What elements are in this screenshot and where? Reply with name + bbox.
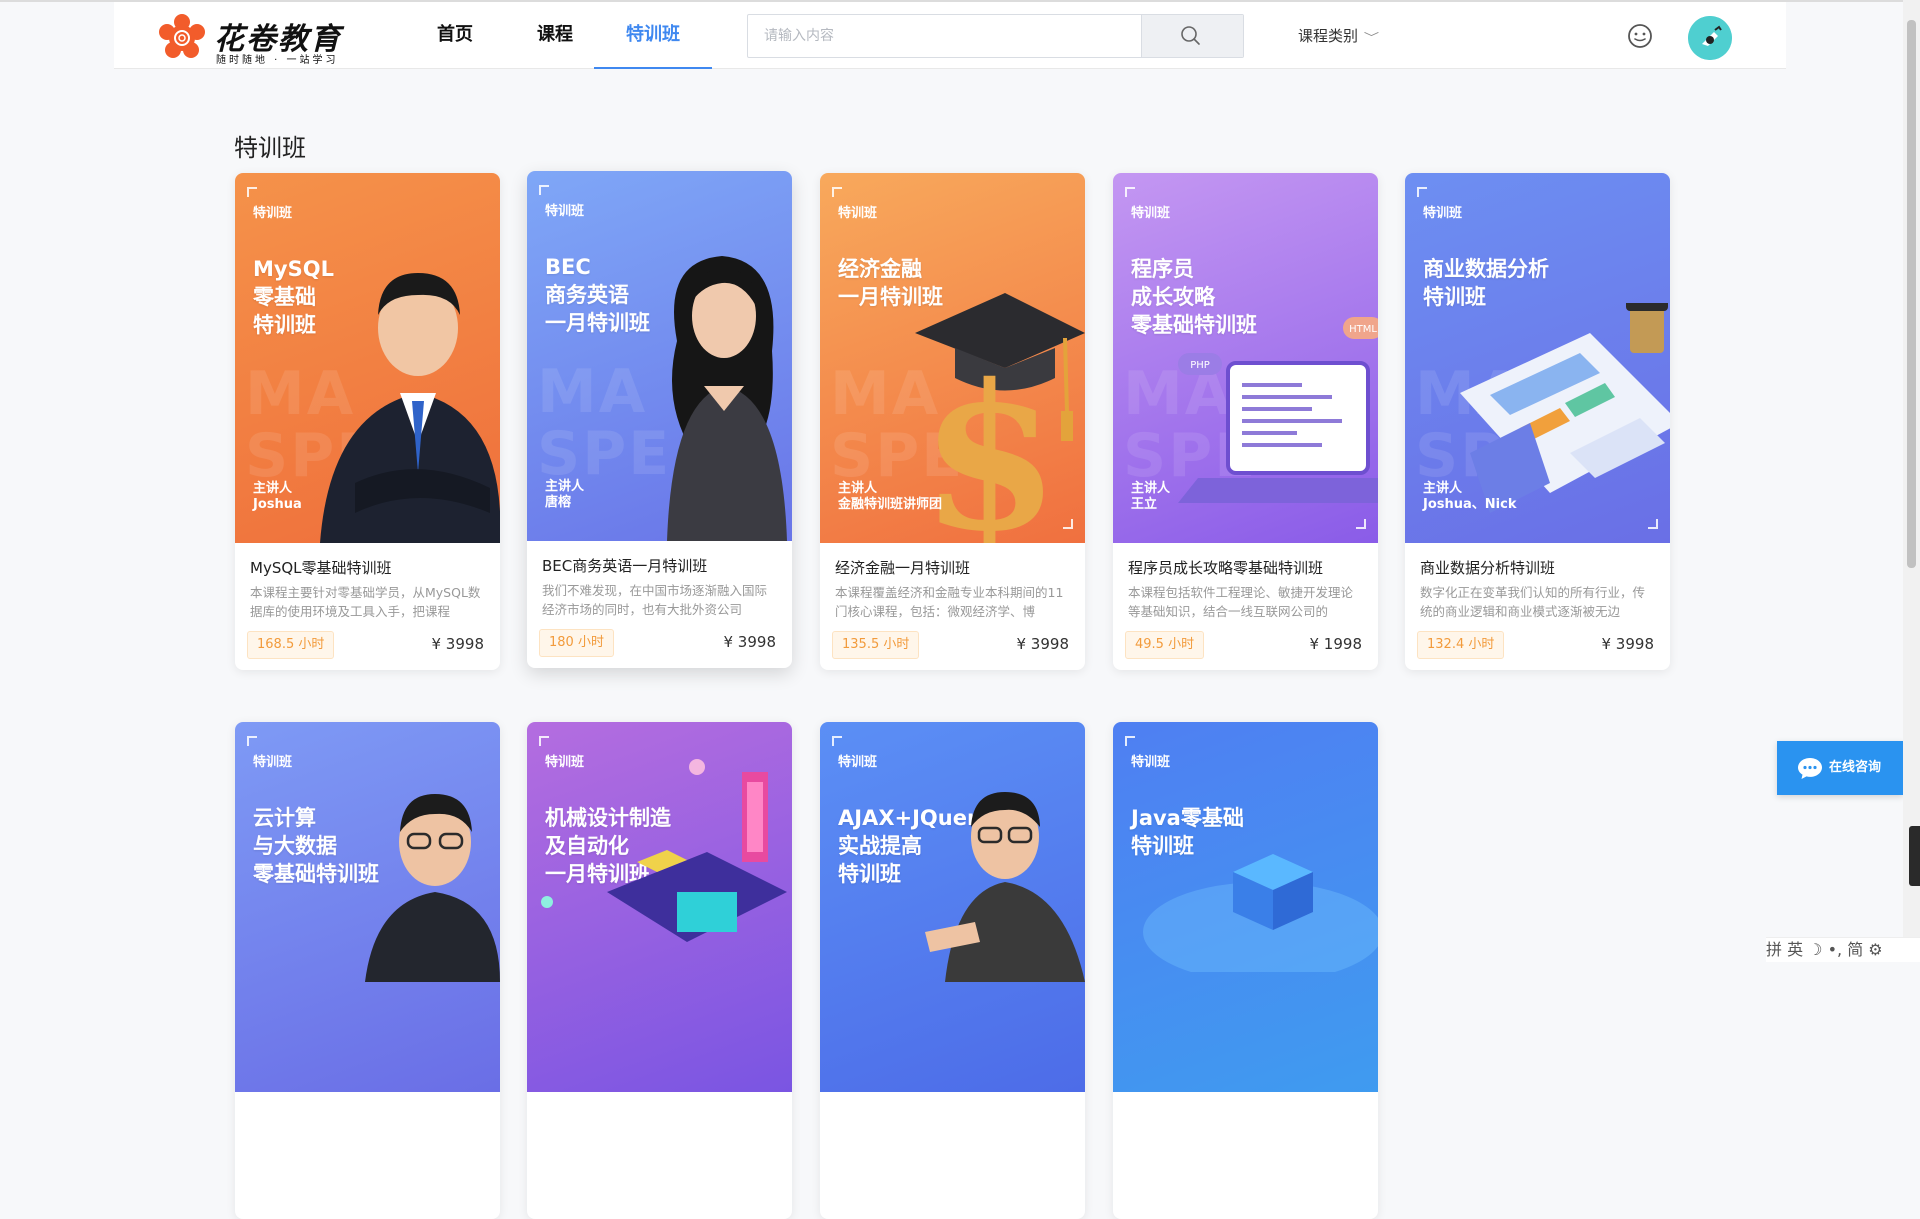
hours-badge: 168.5 小时: [247, 631, 335, 659]
cover-speaker: 主讲人 金融特训班讲师团: [838, 481, 943, 512]
cover-speaker: 主讲人 Joshua: [253, 481, 302, 512]
html-badge-text: HTML: [1349, 324, 1377, 335]
course-card[interactable]: MA SPE 特训班 BEC 商务英语 一月特训班 主讲人 唐榕 BEC商务英语一…: [527, 171, 792, 668]
course-name[interactable]: 程序员成长攻略零基础特训班: [1128, 557, 1364, 578]
nav-active-underline: [594, 67, 712, 69]
chat-bubble-icon: [1798, 758, 1822, 779]
search-icon: [1181, 26, 1200, 45]
speaker-portrait-icon: [320, 273, 500, 543]
search-input[interactable]: [748, 15, 1141, 57]
cover-corner: [832, 187, 842, 197]
course-card[interactable]: 特训班 Java零基础 特训班: [1113, 722, 1378, 1219]
cover-tag: 特训班: [1131, 206, 1171, 221]
hours-badge: 180 小时: [539, 629, 614, 657]
course-name[interactable]: 经济金融一月特训班: [835, 557, 1071, 578]
brand-logo[interactable]: 花卷教育 随时随地 · 一站学习: [158, 14, 358, 66]
flower-logo-icon: [159, 14, 205, 58]
course-desc: 我们不难发现，在中国市场逐渐融入国际经济市场的同时，也有大批外资公司: [542, 583, 768, 617]
course-cover: 特训班 Java零基础 特训班: [1113, 722, 1378, 1092]
server-stack-icon: [1143, 854, 1378, 972]
consult-label: 在线咨询: [1829, 760, 1882, 775]
cover-speaker: 主讲人 Joshua、Nick: [1423, 481, 1517, 512]
cover-tag: 特训班: [545, 204, 585, 219]
course-price: ¥ 3998: [723, 633, 777, 651]
online-consult-button[interactable]: 在线咨询: [1777, 741, 1903, 795]
avatar-icon: [1688, 16, 1732, 60]
nav-home[interactable]: 首页: [420, 2, 490, 68]
course-category-dropdown[interactable]: 课程类别 ﹀: [1298, 2, 1379, 68]
user-avatar[interactable]: [1688, 16, 1732, 60]
course-cover: MA SPE 特训班 BEC 商务英语 一月特训班 主讲人 唐榕: [527, 171, 792, 541]
cover-tag: 特训班: [838, 206, 878, 221]
course-cover: MA SPE 特训班 程序员 成长攻略 零基础特训班 HTML PHP 主讲人 王…: [1113, 173, 1378, 543]
cover-tag: 特训班: [1131, 755, 1171, 770]
cover-corner: [247, 736, 257, 746]
cover-tag: 特训班: [253, 206, 293, 221]
hours-badge: 49.5 小时: [1125, 631, 1205, 659]
course-card[interactable]: MASPE 特训班 商业数据分析 特训班 主讲人 Joshua、Nick 商业数…: [1405, 173, 1670, 670]
side-widget-tab[interactable]: [1909, 826, 1920, 886]
message-icon[interactable]: [1626, 22, 1654, 50]
nav-training[interactable]: 特训班: [594, 2, 712, 69]
header-bar: 花卷教育 随时随地 · 一站学习 首页 课程 特训班 课程类别 ﹀: [114, 2, 1786, 69]
course-cover: 特训班 机械设计制造 及自动化 一月特训班: [527, 722, 792, 1092]
nav-training-label: 特训班: [626, 24, 680, 45]
speaker-portrait-icon: [667, 256, 787, 541]
course-price: ¥ 3998: [1016, 635, 1070, 653]
ime-toolbar[interactable]: 拼 英 ☽ •, 简 ⚙: [1766, 937, 1920, 962]
course-desc: 本课程包括软件工程理论、敏捷开发理论等基础知识，结合一线互联网公司的: [1128, 585, 1354, 619]
brand-slogan: 随时随地 · 一站学习: [216, 55, 339, 66]
course-cover: MASPE 特训班 商业数据分析 特训班 主讲人 Joshua、Nick: [1405, 173, 1670, 543]
cover-corner: [539, 185, 549, 195]
scrollbar-thumb[interactable]: [1907, 20, 1916, 568]
vertical-scrollbar[interactable]: [1903, 0, 1920, 961]
hours-badge: 135.5 小时: [832, 631, 920, 659]
course-card[interactable]: MA SPE 特训班 程序员 成长攻略 零基础特训班 HTML PHP 主讲人 王…: [1113, 173, 1378, 670]
page-title: 特训班: [234, 134, 306, 162]
course-price: ¥ 3998: [1601, 635, 1655, 653]
course-price: ¥ 1998: [1309, 635, 1363, 653]
course-cover: 特训班 云计算 与大数据 零基础特训班: [235, 722, 500, 1092]
course-price: ¥ 3998: [431, 635, 485, 653]
course-desc: 本课程覆盖经济和金融专业本科期间的11门核心课程，包括：微观经济学、博: [835, 585, 1064, 619]
cover-tag: 特训班: [838, 755, 878, 770]
cover-tag: 特训班: [1423, 206, 1463, 221]
laptop-code-icon: HTML PHP: [1178, 317, 1378, 503]
speaker-portrait-icon: [365, 794, 500, 982]
cover-tag: 特训班: [253, 755, 293, 770]
course-card[interactable]: 特训班 云计算 与大数据 零基础特训班: [235, 722, 500, 1219]
cover-speaker: 主讲人 唐榕: [545, 479, 585, 510]
speaker-portrait-icon: [925, 792, 1085, 982]
course-card[interactable]: MA SPE 特训班 MySQL 零基础 特训班 主讲人 Joshua MySQL…: [235, 173, 500, 670]
course-cover: 特训班 AJAX+JQuery 实战提高 特训班: [820, 722, 1085, 1092]
course-name[interactable]: BEC商务英语一月特训班: [542, 555, 778, 576]
course-cover: MA SPE 特训班 经济金融 一月特训班 $ 主讲人 金融特训班讲师团: [820, 173, 1085, 543]
course-card[interactable]: 特训班 AJAX+JQuery 实战提高 特训班: [820, 722, 1085, 1219]
hours-badge: 132.4 小时: [1417, 631, 1505, 659]
chevron-down-icon: ﹀: [1363, 31, 1380, 44]
course-desc: 数字化正在变革我们认知的所有行业，传统的商业逻辑和商业模式逐渐被无边: [1420, 585, 1646, 619]
category-label: 课程类别: [1298, 27, 1359, 45]
php-badge-text: PHP: [1190, 360, 1210, 371]
cover-speaker: 主讲人 王立: [1131, 481, 1171, 512]
course-cover: MA SPE 特训班 MySQL 零基础 特训班 主讲人 Joshua: [235, 173, 500, 543]
top-header: 花卷教育 随时随地 · 一站学习 首页 课程 特训班 课程类别 ﹀: [0, 0, 1920, 69]
course-name[interactable]: 商业数据分析特训班: [1420, 557, 1656, 578]
cover-corner: [1125, 187, 1135, 197]
course-card[interactable]: MA SPE 特训班 经济金融 一月特训班 $ 主讲人 金融特训班讲师团 经济金融…: [820, 173, 1085, 670]
cover-corner: [832, 736, 842, 746]
course-name[interactable]: MySQL零基础特训班: [250, 557, 486, 578]
course-card[interactable]: 特训班 机械设计制造 及自动化 一月特训班: [527, 722, 792, 1219]
nav-courses[interactable]: 课程: [520, 2, 590, 68]
course-desc: 本课程主要针对零基础学员，从MySQL数据库的使用环境及工具入手，把课程: [250, 585, 481, 619]
machine-city-icon: [541, 759, 787, 942]
cover-corner: [247, 187, 257, 197]
search-button[interactable]: [1141, 15, 1243, 57]
cover-corner: [1125, 736, 1135, 746]
cover-corner: [1417, 187, 1427, 197]
search-box: [747, 14, 1244, 58]
